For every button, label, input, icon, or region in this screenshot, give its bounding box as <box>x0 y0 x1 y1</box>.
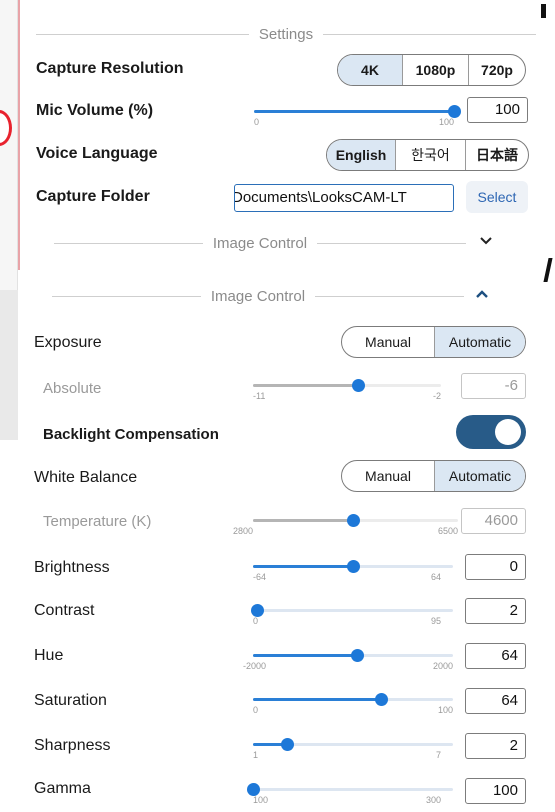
saturation-slider[interactable]: 0 100 <box>253 689 453 719</box>
slider-max: 64 <box>430 572 441 582</box>
exposure-mode-selector: Manual Automatic <box>341 326 526 358</box>
temperature-label: Temperature (K) <box>43 513 152 530</box>
slider-track <box>253 788 453 791</box>
slider-fill <box>254 110 454 113</box>
slider-thumb[interactable] <box>347 560 360 573</box>
toggle-knob <box>495 419 521 445</box>
capture-resolution-selector: 4K 1080p 720p <box>337 54 526 86</box>
slider-max: 300 <box>425 795 441 805</box>
slider-track <box>253 609 453 612</box>
saturation-input[interactable]: 64 <box>465 688 526 714</box>
temperature-input: 4600 <box>461 508 526 534</box>
image-control-divider: Image Control <box>52 286 464 306</box>
slider-min: 0 <box>254 117 260 127</box>
capture-folder-input[interactable]: Documents\LooksCAM-LT <box>234 184 454 212</box>
chevron-down-icon[interactable] <box>476 233 496 253</box>
contrast-input[interactable]: 2 <box>465 598 526 624</box>
exposure-label: Exposure <box>34 334 102 351</box>
gamma-slider[interactable]: 100 300 <box>247 779 453 809</box>
resolution-option-4k[interactable]: 4K <box>338 55 402 85</box>
capture-folder-path: Documents\LooksCAM-LT <box>234 189 407 206</box>
background-edge <box>18 0 20 270</box>
image-control-title: Image Control <box>210 287 306 305</box>
corner-marker <box>541 4 546 18</box>
slider-min: -2000 <box>243 661 267 671</box>
language-option-japanese[interactable]: 日本語 <box>465 140 528 170</box>
contrast-slider[interactable]: 0 95 <box>251 600 453 630</box>
slider-fill <box>253 654 357 657</box>
hue-label: Hue <box>34 647 64 664</box>
slider-min: 100 <box>253 795 269 805</box>
slider-min: 1 <box>253 750 259 760</box>
backlight-compensation-toggle[interactable] <box>456 415 526 449</box>
mic-volume-label: Mic Volume (%) <box>36 102 154 119</box>
resolution-option-720p[interactable]: 720p <box>468 55 525 85</box>
voice-language-selector: English 한국어 日本語 <box>326 139 529 171</box>
image-control-collapsed-title: Image Control <box>212 234 308 252</box>
capture-folder-label: Capture Folder <box>36 188 150 205</box>
saturation-label: Saturation <box>34 692 107 709</box>
sharpness-input[interactable]: 2 <box>465 733 526 759</box>
slider-max: 7 <box>435 750 441 760</box>
language-option-korean[interactable]: 한국어 <box>395 140 465 170</box>
slider-thumb[interactable] <box>375 693 388 706</box>
background-window <box>0 0 18 440</box>
slider-fill <box>253 565 353 568</box>
capture-resolution-label: Capture Resolution <box>36 60 184 77</box>
slider-min: 0 <box>253 705 259 715</box>
select-folder-button[interactable]: Select <box>466 181 528 213</box>
mic-volume-slider[interactable]: 0 100 <box>254 101 461 131</box>
mic-volume-input[interactable]: 100 <box>467 97 528 123</box>
slider-max: 2000 <box>432 661 453 671</box>
slider-thumb <box>347 514 361 527</box>
hue-slider[interactable]: -2000 2000 <box>243 645 453 675</box>
language-option-english[interactable]: English <box>327 140 395 170</box>
exposure-option-manual[interactable]: Manual <box>342 327 434 357</box>
gamma-label: Gamma <box>34 780 91 797</box>
brightness-input[interactable]: 0 <box>465 554 526 580</box>
slider-thumb[interactable] <box>281 738 294 751</box>
settings-divider: Settings <box>36 24 537 44</box>
chevron-up-icon[interactable] <box>472 286 492 306</box>
exposure-option-automatic[interactable]: Automatic <box>434 327 525 357</box>
absolute-input: -6 <box>461 373 526 399</box>
voice-language-label: Voice Language <box>36 145 158 162</box>
backlight-compensation-label: Backlight Compensation <box>43 426 219 443</box>
white-balance-option-manual[interactable]: Manual <box>342 461 434 491</box>
slider-fill <box>253 384 359 387</box>
sharpness-label: Sharpness <box>34 737 111 754</box>
absolute-label: Absolute <box>43 380 102 397</box>
white-balance-label: White Balance <box>34 469 138 486</box>
corner-marker <box>543 258 553 282</box>
slider-thumb <box>352 379 366 392</box>
white-balance-option-automatic[interactable]: Automatic <box>434 461 525 491</box>
resolution-option-1080p[interactable]: 1080p <box>402 55 468 85</box>
brightness-slider[interactable]: -64 64 <box>253 556 453 586</box>
slider-max: 100 <box>437 705 453 715</box>
slider-min: -11 <box>253 391 266 401</box>
white-balance-mode-selector: Manual Automatic <box>341 460 526 492</box>
image-control-collapsed-divider: Image Control <box>54 233 466 253</box>
brightness-label: Brightness <box>34 559 110 576</box>
background-panel <box>0 290 18 440</box>
absolute-slider: -11 -2 <box>253 375 441 405</box>
gamma-input[interactable]: 100 <box>465 778 526 804</box>
sharpness-slider[interactable]: 1 7 <box>253 734 453 764</box>
slider-min: 2800 <box>233 526 254 536</box>
slider-max: -2 <box>432 391 441 401</box>
record-indicator-icon <box>0 110 12 146</box>
slider-max: 95 <box>430 616 441 626</box>
slider-min: -64 <box>253 572 267 582</box>
slider-min: 0 <box>253 616 259 626</box>
hue-input[interactable]: 64 <box>465 643 526 669</box>
slider-fill <box>253 519 354 522</box>
slider-max: 6500 <box>437 526 458 536</box>
settings-header: Settings <box>258 25 314 43</box>
temperature-slider: 2800 6500 <box>233 510 458 540</box>
slider-fill <box>253 698 381 701</box>
slider-thumb[interactable] <box>351 649 364 662</box>
contrast-label: Contrast <box>34 602 95 619</box>
slider-max: 100 <box>438 117 454 127</box>
